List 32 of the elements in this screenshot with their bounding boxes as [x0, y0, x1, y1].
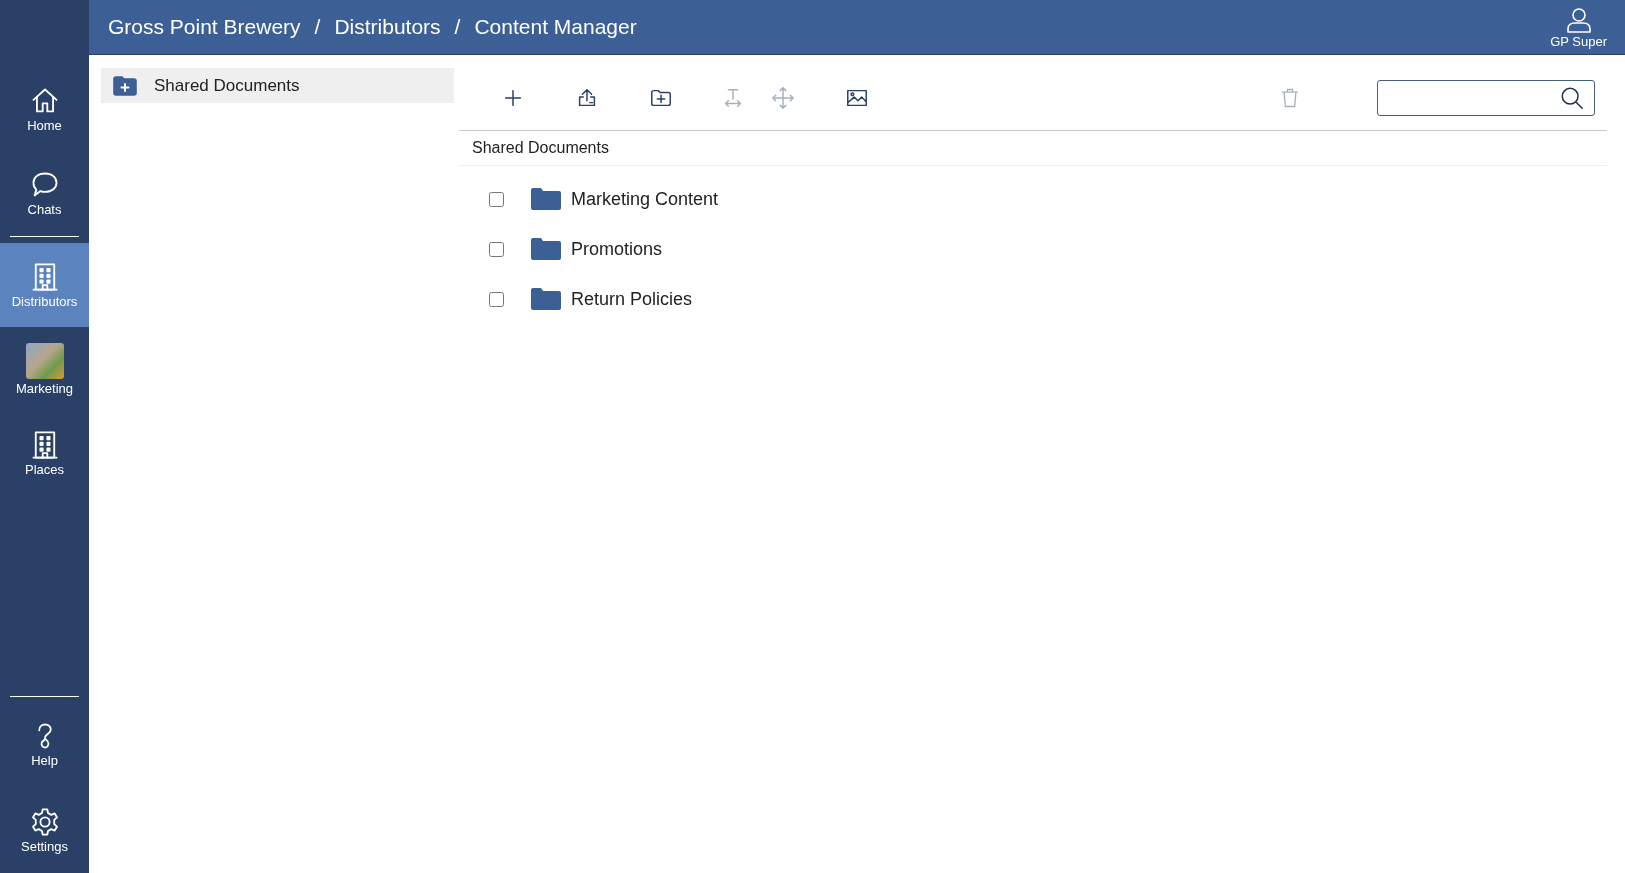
- folder-name[interactable]: Promotions: [571, 238, 663, 260]
- trash-icon: [1279, 86, 1301, 109]
- folder-icon: [531, 188, 561, 210]
- nav-item[interactable]: Places: [0, 411, 89, 495]
- search-icon: [1560, 85, 1584, 110]
- nav-item[interactable]: Home: [0, 67, 89, 151]
- search-field[interactable]: [1377, 79, 1595, 116]
- page-title: Content Manager: [474, 15, 637, 39]
- breadcrumb-link[interactable]: Gross Point Brewery: [108, 15, 301, 39]
- settings-icon: [29, 806, 60, 837]
- move-icon: [771, 85, 795, 110]
- breadcrumb-separator: /: [314, 15, 321, 39]
- checkbox[interactable]: [489, 191, 504, 207]
- nav-item[interactable]: Chats: [0, 151, 89, 235]
- tree-item[interactable]: Shared Documents: [101, 68, 454, 103]
- user-icon: [1565, 5, 1592, 34]
- checkbox[interactable]: [489, 291, 504, 307]
- folder-name[interactable]: Marketing Content: [571, 188, 719, 210]
- current-path: Shared Documents: [472, 139, 609, 157]
- folder-icon: [531, 238, 561, 260]
- photo-placeholder: [25, 342, 64, 379]
- user-menu-button[interactable]: GP Super: [1550, 5, 1625, 49]
- folder-name[interactable]: Return Policies: [571, 288, 693, 310]
- breadcrumb-link[interactable]: Distributors: [334, 15, 441, 39]
- checkbox[interactable]: [489, 241, 504, 257]
- nav-item[interactable]: Help: [0, 701, 89, 787]
- nav-item[interactable]: Marketing: [0, 327, 89, 411]
- nav-item[interactable]: Settings: [0, 787, 89, 873]
- folder-plus-icon: [113, 75, 137, 96]
- folder-icon: [531, 288, 561, 310]
- nav-item[interactable]: Distributors: [0, 243, 89, 327]
- breadcrumb-separator: /: [454, 15, 461, 39]
